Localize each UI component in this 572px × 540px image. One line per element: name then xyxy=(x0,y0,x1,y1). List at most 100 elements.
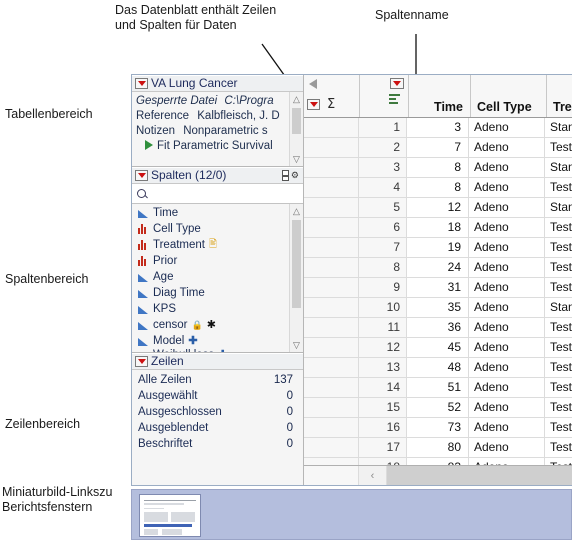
row-number[interactable]: 4 xyxy=(359,178,407,197)
row-state-cell[interactable] xyxy=(304,418,359,437)
row-state-cell[interactable] xyxy=(304,398,359,417)
sort-bars-icon[interactable] xyxy=(389,94,400,106)
cell-time[interactable]: 51 xyxy=(407,378,469,397)
cell-cell-type[interactable]: Adeno xyxy=(469,298,545,317)
column-search-bar[interactable] xyxy=(132,184,303,204)
table-panel-scrollbar[interactable]: △ ▽ xyxy=(289,92,303,166)
disclosure-icon-columns[interactable] xyxy=(135,170,148,181)
row-number[interactable]: 12 xyxy=(359,338,407,357)
cell-treatment[interactable]: Test xyxy=(545,138,572,157)
row-number[interactable]: 7 xyxy=(359,238,407,257)
cell-time[interactable]: 52 xyxy=(407,398,469,417)
table-row[interactable]: 2 7 Adeno Test xyxy=(304,138,572,158)
cell-cell-type[interactable]: Adeno xyxy=(469,398,545,417)
rows-summary-item[interactable]: Ausgewählt 0 xyxy=(132,388,303,404)
row-number[interactable]: 14 xyxy=(359,378,407,397)
cell-cell-type[interactable]: Adeno xyxy=(469,278,545,297)
cell-time[interactable]: 7 xyxy=(407,138,469,157)
scrollbar-thumb[interactable] xyxy=(292,108,301,134)
row-state-cell[interactable] xyxy=(304,458,359,465)
rows-panel-header[interactable]: Zeilen xyxy=(132,353,303,370)
row-state-cell[interactable] xyxy=(304,118,359,137)
table-row[interactable]: 7 19 Adeno Test xyxy=(304,238,572,258)
row-state-cell[interactable] xyxy=(304,238,359,257)
collapse-triangle-icon[interactable] xyxy=(309,79,317,89)
cell-time[interactable]: 24 xyxy=(407,258,469,277)
columns-panel-header[interactable]: Spalten (12/0) ⚙ xyxy=(132,167,303,184)
table-row[interactable]: 512AdenoStandard xyxy=(304,198,572,218)
cell-treatment[interactable]: Test xyxy=(545,338,572,357)
row-number[interactable]: 9 xyxy=(359,278,407,297)
scroll-left-icon[interactable]: ‹ xyxy=(359,466,387,485)
cell-cell-type[interactable]: Adeno xyxy=(469,318,545,337)
table-row[interactable]: 1035AdenoStandard xyxy=(304,298,572,318)
table-row[interactable]: 8 24 Adeno Test xyxy=(304,258,572,278)
table-row[interactable]: 16 73 Adeno Test xyxy=(304,418,572,438)
report-thumbnail[interactable] xyxy=(139,494,201,537)
cell-time[interactable]: 8 xyxy=(407,178,469,197)
rows-summary-item[interactable]: Beschriftet 0 xyxy=(132,436,303,452)
cell-time[interactable]: 80 xyxy=(407,438,469,457)
cell-treatment[interactable]: Test xyxy=(545,458,572,465)
row-state-cell[interactable] xyxy=(304,278,359,297)
scrollbar-thumb[interactable] xyxy=(292,220,301,308)
scroll-up-icon[interactable]: △ xyxy=(290,92,303,106)
column-item[interactable]: Treatment 🖹 xyxy=(132,237,303,253)
cell-time[interactable]: 8 xyxy=(407,158,469,177)
table-row[interactable]: 6 18 Adeno Test xyxy=(304,218,572,238)
cell-treatment[interactable]: Test xyxy=(545,258,572,277)
column-header-cell-type[interactable]: Cell Type xyxy=(471,75,547,117)
cell-time[interactable]: 83 xyxy=(407,458,469,465)
cell-cell-type[interactable]: Adeno xyxy=(469,458,545,465)
cell-treatment[interactable]: Test xyxy=(545,418,572,437)
cell-cell-type[interactable]: Adeno xyxy=(469,258,545,277)
cell-time[interactable]: 3 xyxy=(407,118,469,137)
row-state-cell[interactable] xyxy=(304,438,359,457)
row-number[interactable]: 6 xyxy=(359,218,407,237)
run-script-icon[interactable] xyxy=(145,140,153,150)
cell-time[interactable]: 12 xyxy=(407,198,469,217)
cell-time[interactable]: 45 xyxy=(407,338,469,357)
column-list-icon[interactable] xyxy=(281,170,289,181)
cell-cell-type[interactable]: Adeno xyxy=(469,358,545,377)
scroll-up-icon[interactable]: △ xyxy=(290,204,303,218)
table-row[interactable]: 9 31 Adeno Test xyxy=(304,278,572,298)
table-row[interactable]: 1883AdenoTest xyxy=(304,458,572,465)
row-state-cell[interactable] xyxy=(304,218,359,237)
cell-cell-type[interactable]: Adeno xyxy=(469,158,545,177)
cell-time[interactable]: 48 xyxy=(407,358,469,377)
scroll-track[interactable] xyxy=(387,466,572,485)
cell-time[interactable]: 36 xyxy=(407,318,469,337)
gear-icon[interactable]: ⚙ xyxy=(291,171,299,180)
scroll-down-icon[interactable]: ▽ xyxy=(290,152,303,166)
cell-cell-type[interactable]: Adeno xyxy=(469,238,545,257)
row-state-cell[interactable] xyxy=(304,158,359,177)
column-item[interactable]: Prior xyxy=(132,253,303,269)
row-number[interactable]: 13 xyxy=(359,358,407,377)
row-number[interactable]: 18 xyxy=(359,458,407,465)
columns-menu-icon[interactable] xyxy=(390,78,404,89)
row-number[interactable]: 2 xyxy=(359,138,407,157)
table-row[interactable]: 14 51 Adeno Test xyxy=(304,378,572,398)
columns-panel-tools[interactable]: ⚙ xyxy=(281,170,299,181)
cell-cell-type[interactable]: Adeno xyxy=(469,218,545,237)
cell-cell-type[interactable]: Adeno xyxy=(469,198,545,217)
cell-time[interactable]: 35 xyxy=(407,298,469,317)
grid-horizontal-scrollbar[interactable]: ‹ xyxy=(304,465,572,485)
rows-summary-item[interactable]: Ausgeblendet 0 xyxy=(132,420,303,436)
cell-time[interactable]: 73 xyxy=(407,418,469,437)
table-row[interactable]: 11 36 Adeno Test xyxy=(304,318,572,338)
row-state-cell[interactable] xyxy=(304,338,359,357)
table-row[interactable]: 12 45 Adeno Test xyxy=(304,338,572,358)
search-input[interactable] xyxy=(150,186,303,201)
cell-treatment[interactable]: Standard xyxy=(545,298,572,317)
column-item[interactable]: Diag Time xyxy=(132,285,303,301)
table-row[interactable]: 15 52 Adeno Test xyxy=(304,398,572,418)
row-number[interactable]: 15 xyxy=(359,398,407,417)
column-header-treatment[interactable]: Treatment xyxy=(547,75,572,117)
table-script-label[interactable]: Fit Parametric Survival xyxy=(157,140,273,152)
cell-cell-type[interactable]: Adeno xyxy=(469,378,545,397)
row-number[interactable]: 3 xyxy=(359,158,407,177)
column-item[interactable]: censor 🔒 ✱ xyxy=(132,317,303,333)
row-number[interactable]: 1 xyxy=(359,118,407,137)
